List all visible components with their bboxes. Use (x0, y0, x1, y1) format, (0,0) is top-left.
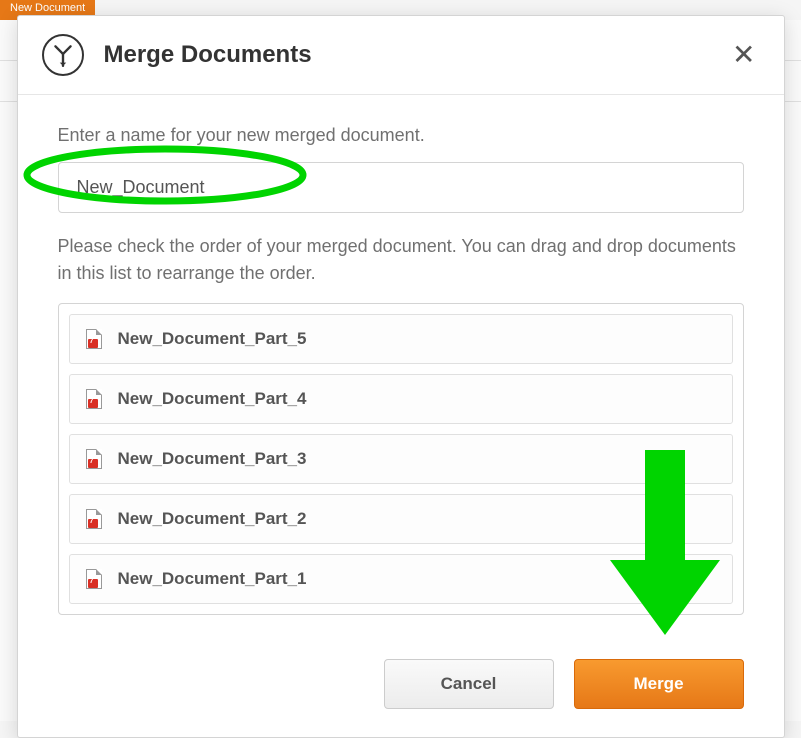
document-name: New_Document_Part_2 (118, 509, 307, 529)
document-icon (86, 509, 102, 529)
document-name-input[interactable] (58, 162, 744, 213)
document-name: New_Document_Part_1 (118, 569, 307, 589)
modal-title: Merge Documents (104, 41, 729, 69)
close-icon: ✕ (732, 39, 755, 70)
merge-icon (42, 34, 84, 76)
document-list: New_Document_Part_5 New_Document_Part_4 … (58, 303, 744, 615)
document-name: New_Document_Part_3 (118, 449, 307, 469)
list-item[interactable]: New_Document_Part_4 (69, 374, 733, 424)
list-item[interactable]: New_Document_Part_3 (69, 434, 733, 484)
document-icon (86, 389, 102, 409)
document-name: New_Document_Part_4 (118, 389, 307, 409)
name-prompt-text: Enter a name for your new merged documen… (58, 125, 744, 146)
modal-body: Enter a name for your new merged documen… (18, 95, 784, 635)
modal-overlay: Merge Documents ✕ Enter a name for your … (0, 0, 801, 721)
modal-header: Merge Documents ✕ (18, 16, 784, 95)
list-item[interactable]: New_Document_Part_5 (69, 314, 733, 364)
document-icon (86, 329, 102, 349)
list-item[interactable]: New_Document_Part_2 (69, 494, 733, 544)
list-item[interactable]: New_Document_Part_1 (69, 554, 733, 604)
merge-button[interactable]: Merge (574, 659, 744, 709)
merge-documents-modal: Merge Documents ✕ Enter a name for your … (17, 15, 785, 738)
modal-footer: Cancel Merge (18, 635, 784, 737)
cancel-button[interactable]: Cancel (384, 659, 554, 709)
document-name: New_Document_Part_5 (118, 329, 307, 349)
document-icon (86, 449, 102, 469)
document-icon (86, 569, 102, 589)
order-prompt-text: Please check the order of your merged do… (58, 233, 744, 287)
close-button[interactable]: ✕ (728, 41, 759, 69)
